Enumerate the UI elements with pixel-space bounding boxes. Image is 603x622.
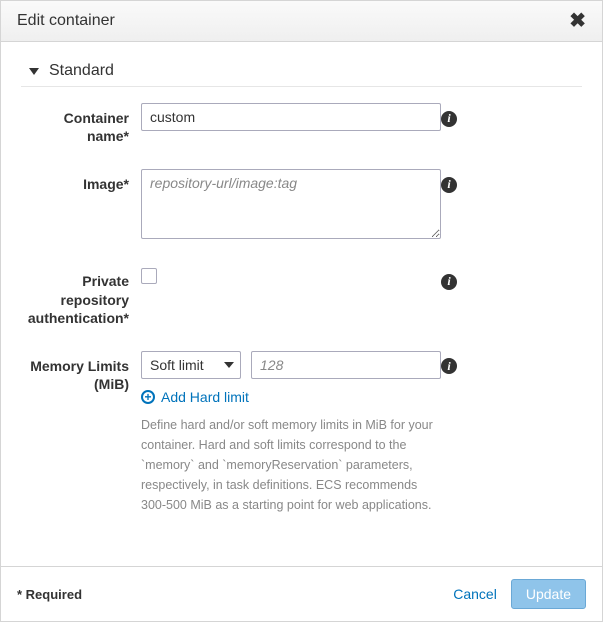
info-icon[interactable]: i [441,358,457,374]
add-hard-limit-link[interactable]: + Add Hard limit [141,389,441,405]
label-private-repo: Private repository authentication* [21,266,141,327]
memory-limit-type-select[interactable]: Soft limit [141,351,241,379]
cancel-button[interactable]: Cancel [453,586,497,602]
memory-help-text: Define hard and/or soft memory limits in… [141,415,441,515]
required-footnote: * Required [17,587,82,602]
dialog-header: Edit container ✖ [1,1,602,42]
row-image: Image* i [21,169,582,242]
label-container-name: Container name* [21,103,141,145]
dialog-footer: * Required Cancel Update [1,566,602,621]
image-textarea[interactable] [141,169,441,239]
dialog-title: Edit container [17,12,115,30]
memory-limit-value-input[interactable] [251,351,441,379]
memory-limit-type-value: Soft limit [150,357,204,373]
private-repo-checkbox[interactable] [141,268,157,284]
close-icon[interactable]: ✖ [569,11,586,31]
caret-down-icon [29,68,39,75]
footer-actions: Cancel Update [453,579,586,609]
dialog-body: Standard Container name* i Image* i Priv… [1,42,602,566]
section-title: Standard [49,62,114,80]
info-icon[interactable]: i [441,177,457,193]
container-name-input[interactable] [141,103,441,131]
row-memory-limits: Memory Limits (MiB) Soft limit + Add Har… [21,351,582,515]
section-header-standard[interactable]: Standard [21,62,582,87]
update-button[interactable]: Update [511,579,586,609]
label-image: Image* [21,169,141,193]
row-container-name: Container name* i [21,103,582,145]
info-icon[interactable]: i [441,111,457,127]
chevron-down-icon [224,362,234,368]
edit-container-dialog: Edit container ✖ Standard Container name… [1,1,602,621]
add-hard-limit-label: Add Hard limit [161,389,249,405]
plus-circle-icon: + [141,390,155,404]
label-memory-limits: Memory Limits (MiB) [21,351,141,393]
info-icon[interactable]: i [441,274,457,290]
row-private-repo: Private repository authentication* i [21,266,582,327]
